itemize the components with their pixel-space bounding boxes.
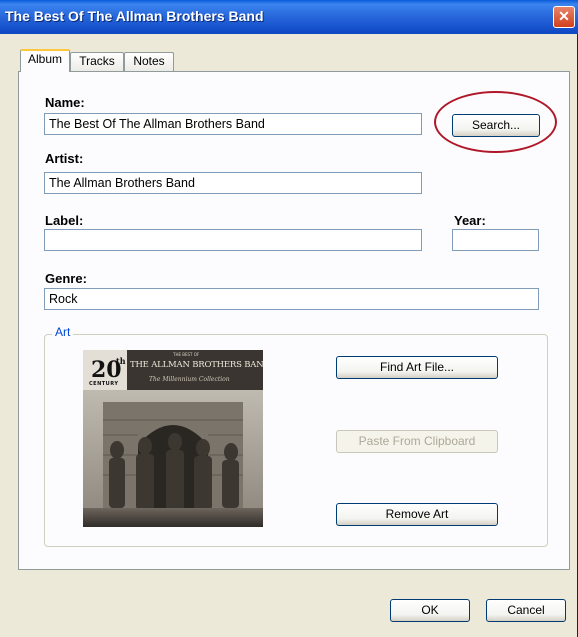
search-button[interactable]: Search... <box>452 114 540 137</box>
ok-button[interactable]: OK <box>390 599 470 622</box>
cover-top-small: THE BEST OF <box>173 352 200 357</box>
find-art-file-button[interactable]: Find Art File... <box>336 356 498 379</box>
remove-art-button[interactable]: Remove Art <box>336 503 498 526</box>
badge-suffix: th <box>116 356 126 366</box>
tab-notes[interactable]: Notes <box>124 52 174 71</box>
title-bar[interactable]: The Best Of The Allman Brothers Band ✕ <box>0 0 578 34</box>
name-input[interactable]: The Best Of The Allman Brothers Band <box>44 113 422 135</box>
label-input[interactable] <box>44 229 422 251</box>
cover-band-name: THE ALLMAN BROTHERS BAND <box>130 360 263 370</box>
tab-album[interactable]: Album <box>20 49 70 72</box>
year-label: Year: <box>454 213 486 228</box>
artist-input[interactable]: The Allman Brothers Band <box>44 172 422 194</box>
cancel-button[interactable]: Cancel <box>486 599 566 622</box>
artist-label: Artist: <box>45 151 84 166</box>
album-cover-art: 20 th CENTURY THE BEST OF THE ALLMAN BRO… <box>83 350 263 527</box>
name-label: Name: <box>45 95 85 110</box>
genre-input[interactable]: Rock <box>44 288 539 310</box>
window-title: The Best Of The Allman Brothers Band <box>5 8 264 24</box>
genre-label: Genre: <box>45 271 87 286</box>
label-label: Label: <box>45 213 84 228</box>
close-icon[interactable]: ✕ <box>553 6 575 28</box>
tab-tracks[interactable]: Tracks <box>70 52 124 71</box>
cover-subtitle: The Millennium Collection <box>149 376 230 383</box>
album-properties-dialog: The Best Of The Allman Brothers Band ✕ A… <box>0 0 578 637</box>
art-group-title: Art <box>52 325 74 339</box>
year-input[interactable] <box>452 229 539 251</box>
badge-text: CENTURY <box>89 381 119 387</box>
paste-from-clipboard-button[interactable]: Paste From Clipboard <box>336 430 498 453</box>
